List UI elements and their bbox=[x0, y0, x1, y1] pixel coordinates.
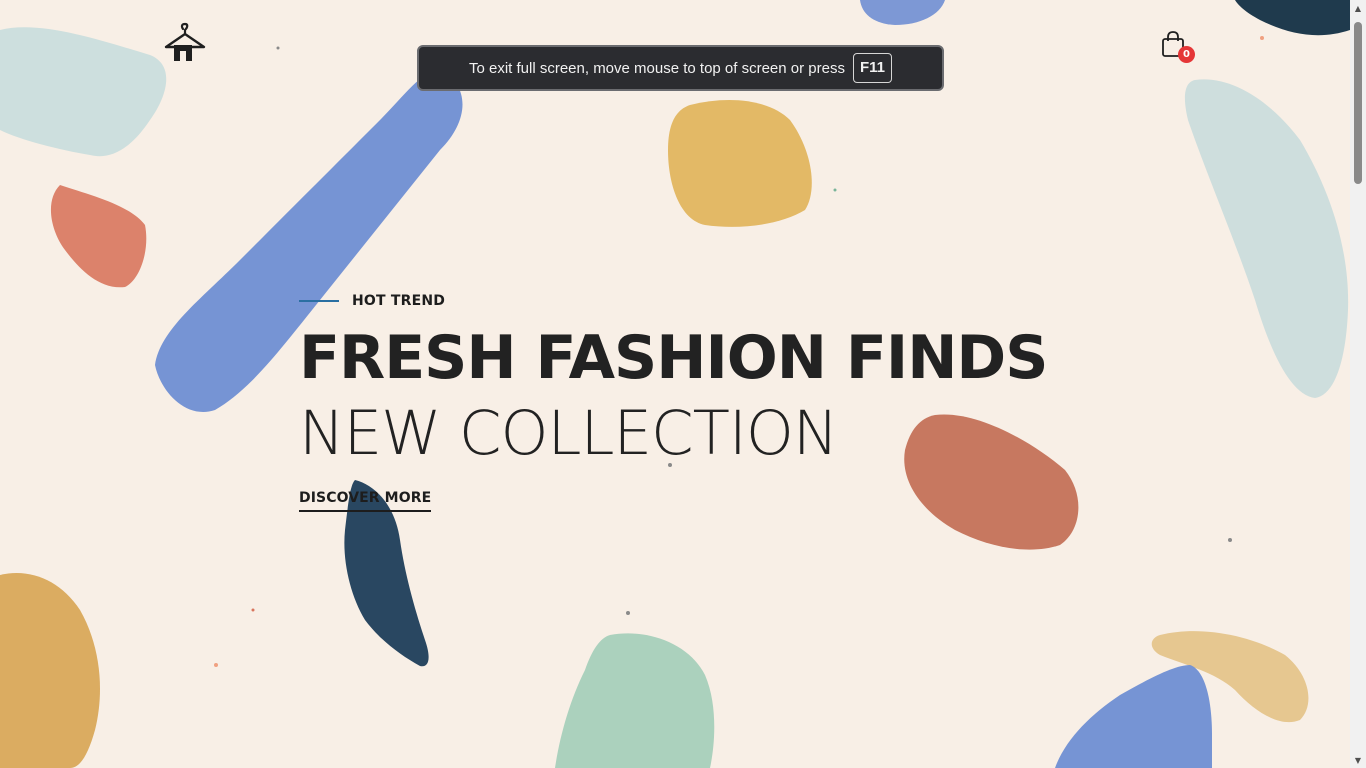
eyebrow-label: HOT TREND bbox=[352, 293, 446, 309]
discover-more-link[interactable]: DISCOVER MORE bbox=[299, 490, 432, 512]
speck bbox=[1260, 36, 1264, 40]
hot-trend-eyebrow: HOT TREND bbox=[299, 288, 1119, 314]
speck bbox=[214, 663, 218, 667]
hero-page: 0 HOT TREND FRESH FASHION FINDS NEW COLL… bbox=[0, 0, 1350, 768]
scrollbar-thumb[interactable] bbox=[1354, 22, 1362, 184]
fullscreen-notice-message: To exit full screen, move mouse to top o… bbox=[468, 59, 845, 77]
speck bbox=[276, 46, 280, 50]
stroke-blue-top bbox=[860, 0, 945, 25]
logo-link[interactable] bbox=[162, 20, 208, 66]
stroke-blue-bottomright bbox=[1055, 665, 1212, 768]
vertical-scrollbar[interactable]: ▲ ▼ bbox=[1350, 0, 1366, 768]
accent-line bbox=[299, 300, 339, 302]
cart-button[interactable]: 0 bbox=[1160, 30, 1200, 66]
cart-count-badge: 0 bbox=[1178, 46, 1195, 63]
stroke-yellow-bottomleft bbox=[0, 573, 100, 768]
hanger-house-icon bbox=[164, 22, 206, 61]
stroke-yellow-top bbox=[668, 100, 812, 227]
stroke-orange-left bbox=[50, 185, 147, 288]
stroke-pale-blue-topleft bbox=[0, 27, 167, 157]
stroke-mint-bottom bbox=[555, 633, 715, 768]
hero-title-light: NEW COLLECTION bbox=[299, 398, 839, 469]
scroll-up-arrow-icon[interactable]: ▲ bbox=[1350, 0, 1366, 16]
stroke-pale-blue-right bbox=[1184, 79, 1349, 399]
speck bbox=[626, 611, 630, 615]
fullscreen-exit-notice: To exit full screen, move mouse to top o… bbox=[417, 45, 944, 91]
speck bbox=[833, 188, 837, 192]
stroke-dark-topright bbox=[1235, 0, 1350, 36]
speck bbox=[1228, 538, 1232, 542]
browser-viewport: 0 HOT TREND FRESH FASHION FINDS NEW COLL… bbox=[0, 0, 1366, 768]
hero-content: HOT TREND FRESH FASHION FINDS NEW COLLEC… bbox=[299, 288, 1119, 512]
scroll-down-arrow-icon[interactable]: ▼ bbox=[1350, 752, 1366, 768]
f11-key-badge: F11 bbox=[852, 53, 893, 83]
speck bbox=[251, 608, 255, 612]
hero-title-bold: FRESH FASHION FINDS bbox=[299, 323, 1048, 393]
